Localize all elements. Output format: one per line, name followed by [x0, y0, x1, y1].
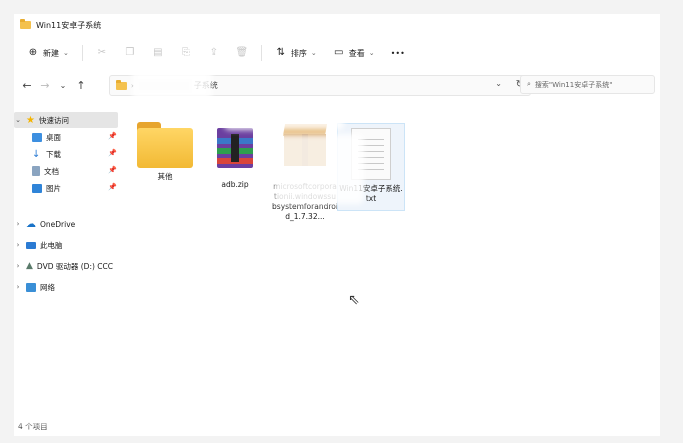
new-label: 新建	[43, 48, 59, 58]
chevron-right-icon[interactable]: ›	[14, 220, 22, 228]
sort-label: 排序	[290, 48, 307, 58]
toolbar-divider	[81, 45, 83, 61]
folder-icon	[137, 122, 193, 168]
share-icon: ⇪	[209, 47, 219, 58]
more-label: •••	[390, 48, 405, 58]
address-row: ← → ⌄ ↑ › 子系统 ⌄ ↻ ⌕ 搜索"Win11安卓子系统"	[14, 73, 660, 97]
sidebar-item-label: OneDrive	[40, 219, 76, 229]
sidebar-item-pictures[interactable]: 图片	[32, 180, 61, 196]
download-icon: ↓	[32, 148, 41, 160]
arrow-left-icon: ←	[22, 78, 32, 92]
sidebar-item-quick-access[interactable]: ⌄ ★ 快速访问	[14, 112, 118, 128]
file-name: adb.zip	[221, 180, 249, 189]
sidebar-item-label: 快速访问	[38, 115, 69, 125]
sidebar-item-network[interactable]: › 网络	[14, 279, 55, 295]
back-button[interactable]: ←	[18, 76, 36, 94]
sidebar-item-desktop[interactable]: 桌面	[32, 129, 61, 145]
mouse-pointer-icon: ⇖	[348, 292, 360, 308]
sort-icon: ⇅	[276, 47, 286, 58]
command-bar: ⊕ 新建 ⌄ ✂ ❐ ▤ ⎘ ⇪ 🗑 ⇅ 排序 ⌄ ▭ 查看 ⌄ •••	[14, 40, 660, 66]
sidebar-item-dvd[interactable]: › ▲ DVD 驱动器 (D:) CCC	[14, 258, 113, 274]
arrow-up-icon: ↑	[76, 78, 86, 92]
view-icon: ▭	[334, 47, 344, 58]
privacy-blur	[14, 354, 164, 424]
dvd-drive-icon: ▲	[26, 261, 33, 271]
plus-circle-icon: ⊕	[28, 47, 38, 58]
picture-icon	[32, 183, 42, 193]
forward-button[interactable]: →	[36, 76, 54, 94]
chevron-down-icon: ⌄	[368, 49, 375, 57]
sidebar-item-label: 此电脑	[40, 240, 63, 250]
up-button[interactable]: ↑	[72, 76, 90, 94]
window-title: Win11安卓子系统	[36, 20, 102, 30]
sidebar-item-label: 桌面	[46, 132, 61, 142]
toolbar-divider	[260, 45, 262, 61]
chevron-right-icon[interactable]: ›	[14, 262, 22, 270]
chevron-down-icon: ⌄	[59, 80, 67, 90]
privacy-blur	[274, 134, 364, 204]
search-box[interactable]: ⌕ 搜索"Win11安卓子系统"	[520, 75, 655, 94]
document-icon	[32, 166, 40, 176]
view-button[interactable]: ▭ 查看 ⌄	[328, 43, 380, 63]
rename-icon: ⎘	[181, 47, 190, 58]
sort-button[interactable]: ⇅ 排序 ⌄	[270, 43, 322, 63]
chevron-right-icon[interactable]: ›	[14, 283, 22, 291]
star-icon: ★	[26, 114, 35, 126]
file-name: 其他	[157, 172, 173, 181]
sidebar-item-label: 下载	[46, 149, 61, 159]
folder-icon	[116, 79, 127, 90]
sidebar-item-label: 文档	[44, 166, 59, 176]
chevron-down-icon: ⌄	[310, 49, 317, 57]
archive-icon	[217, 128, 253, 168]
cut-button[interactable]: ✂	[91, 43, 113, 63]
sidebar-item-onedrive[interactable]: › ☁ OneDrive	[14, 216, 76, 232]
delete-button[interactable]: 🗑	[231, 43, 253, 63]
copy-icon: ❐	[125, 47, 135, 58]
scissors-icon: ✂	[97, 47, 107, 58]
desktop-icon	[32, 132, 42, 142]
folder-icon	[20, 19, 31, 29]
sidebar-item-downloads[interactable]: ↓ 下载	[32, 146, 61, 162]
sidebar-item-this-pc[interactable]: › 此电脑	[14, 237, 63, 253]
search-placeholder: 搜索"Win11安卓子系统"	[534, 80, 613, 89]
pin-icon[interactable]: 📌	[108, 166, 117, 174]
network-icon	[26, 282, 36, 292]
sidebar-item-documents[interactable]: 文档	[32, 163, 59, 179]
title-bar: Win11安卓子系统	[14, 14, 660, 36]
new-button[interactable]: ⊕ 新建 ⌄	[22, 43, 74, 63]
privacy-blur	[224, 100, 344, 130]
recent-button[interactable]: ⌄	[54, 76, 72, 94]
chevron-down-icon: ⌄	[63, 49, 69, 57]
cloud-icon: ☁	[26, 218, 36, 230]
chevron-down-icon[interactable]: ⌄	[495, 79, 502, 88]
trash-icon: 🗑	[235, 47, 249, 58]
sidebar-item-label: 图片	[46, 183, 61, 193]
chevron-right-icon[interactable]: ›	[14, 241, 22, 249]
privacy-blur	[132, 60, 212, 100]
arrow-right-icon: →	[40, 78, 50, 92]
search-icon: ⌕	[527, 80, 531, 88]
file-item-folder[interactable]: 其他	[132, 114, 198, 204]
file-view: 其他 adb.zip microsoftcorporationii.window…	[132, 110, 660, 416]
explorer-window: Win11安卓子系统 ⊕ 新建 ⌄ ✂ ❐ ▤ ⎘ ⇪ 🗑 ⇅ 排序 ⌄ ▭ 查…	[14, 14, 660, 436]
more-button[interactable]: •••	[386, 43, 410, 63]
view-label: 查看	[348, 48, 365, 58]
computer-icon	[26, 241, 36, 249]
clipboard-icon: ▤	[153, 47, 163, 58]
chevron-down-icon[interactable]: ⌄	[14, 116, 22, 124]
pin-icon[interactable]: 📌	[108, 149, 117, 157]
sidebar-item-label: DVD 驱动器 (D:) CCC	[36, 261, 113, 271]
sidebar-item-label: 网络	[40, 282, 55, 292]
pin-icon[interactable]: 📌	[108, 132, 117, 140]
pin-icon[interactable]: 📌	[108, 183, 117, 191]
